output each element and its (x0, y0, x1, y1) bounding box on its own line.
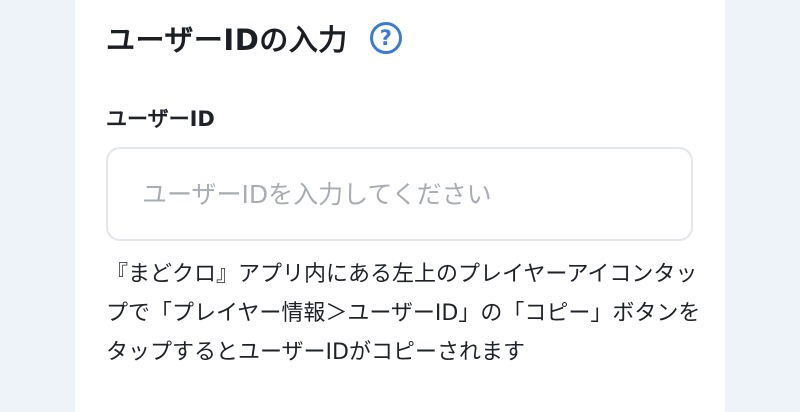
user-id-input[interactable] (140, 178, 671, 210)
user-id-input-box[interactable] (106, 147, 693, 241)
title-row: ユーザーIDの入力 ? (106, 14, 402, 62)
page-title: ユーザーIDの入力 (106, 23, 348, 57)
help-text: 『まどクロ』アプリ内にある左上のプレイヤーアイコンタップで「プレイヤー情報＞ユー… (106, 262, 701, 365)
help-glyph: ? (379, 26, 392, 50)
question-circle-icon[interactable]: ? (369, 22, 402, 54)
user-id-label: ユーザーID (106, 107, 215, 131)
user-id-card: ユーザーIDの入力 ? ユーザーID 『まどクロ』アプリ内にある左上のプレイヤー… (75, 0, 725, 412)
